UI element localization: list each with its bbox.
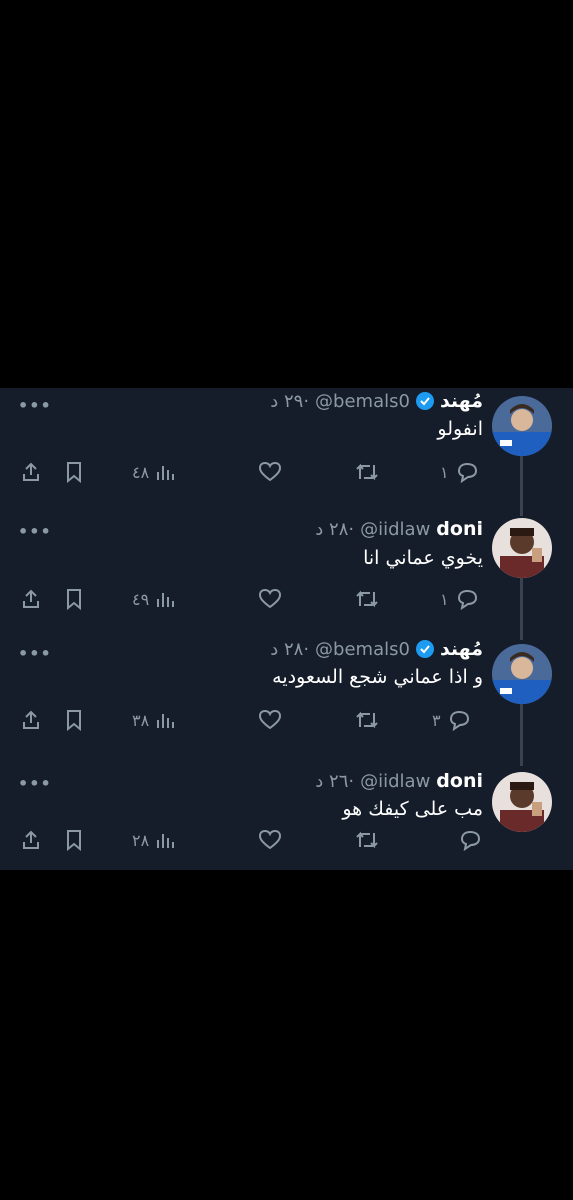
avatar[interactable] [492,772,552,832]
avatar[interactable] [492,396,552,456]
share-button[interactable] [20,706,42,734]
tweet-header: مُهند @bemals0 ·٢٩ د [270,388,483,414]
share-icon [23,462,39,481]
tweet-actions: ٤٩ ١ [0,585,573,615]
views-icon [157,834,175,848]
tweet-time: ·٢٨ د [270,638,310,660]
reply-count: ١ [440,589,449,609]
retweet-icon [356,831,378,849]
display-name[interactable]: doni [436,518,483,540]
user-handle[interactable]: @bemals0 [315,391,410,412]
avatar[interactable] [492,518,552,578]
reply-icon [460,830,481,851]
like-icon [258,709,282,730]
more-icon[interactable]: ••• [18,774,52,793]
retweet-icon [356,590,378,608]
avatar-blue-jersey-image [492,644,552,704]
user-handle[interactable]: @iidlaw [360,519,430,540]
avatar-blue-jersey-image [492,396,552,456]
bookmark-icon [67,462,81,483]
like-button[interactable] [258,706,282,734]
views-icon [157,714,175,728]
retweet-button[interactable] [354,458,380,486]
views-icon [157,466,175,480]
bookmark-icon [67,710,81,731]
bookmark-button[interactable] [64,706,84,734]
tweet-text: انفولو [437,418,483,440]
like-button[interactable] [258,585,282,613]
share-button[interactable] [20,826,42,854]
tweet-header: مُهند @bemals0 ·٢٨ د [270,636,483,662]
avatar-man-image [492,772,552,832]
tweet-time: ·٢٩ د [270,390,310,412]
tweet-text: مب على كيفك هو [342,798,483,820]
more-icon[interactable]: ••• [18,396,52,415]
share-button[interactable] [20,585,42,613]
retweet-button[interactable] [354,706,380,734]
verified-badge-icon [415,392,434,410]
avatar-man-image [492,518,552,578]
user-handle[interactable]: @bemals0 [315,639,410,660]
reply-button[interactable]: ٣ [432,706,471,734]
bookmark-icon [67,830,81,851]
avatar[interactable] [492,644,552,704]
views-count: ٢٨ [132,830,150,850]
reply-icon [457,462,477,483]
tweet-actions: ٢٨ [0,826,573,856]
tweet-text: يخوي عماني انا [363,547,483,569]
reply-icon [457,589,477,610]
share-icon [23,589,39,608]
views-count: ٤٨ [132,462,150,482]
views-button[interactable]: ٢٨ [132,826,175,854]
bookmark-button[interactable] [64,585,84,613]
verified-badge-icon [415,640,434,658]
views-button[interactable]: ٣٨ [132,706,175,734]
tweet-text: و اذا عماني شجع السعوديه [272,666,483,688]
tweet-time: ·٢٨ د [315,518,355,540]
user-handle[interactable]: @iidlaw [360,771,430,792]
views-button[interactable]: ٤٨ [132,458,175,486]
share-button[interactable] [20,458,42,486]
like-icon [258,829,282,850]
tweet-0[interactable]: مُهند @bemals0 ·٢٩ د انفولو ••• ٤٨ ١ [0,388,573,516]
bookmark-button[interactable] [64,458,84,486]
tweet-actions: ٤٨ ١ [0,458,573,488]
like-icon [258,588,282,609]
reply-icon [449,710,469,731]
tweet-actions: ٣٨ ٣ [0,706,573,736]
views-count: ٣٨ [132,710,150,730]
tweet-1[interactable]: doni @iidlaw ·٢٨ د يخوي عماني انا ••• ٤٩ [0,512,573,640]
display-name[interactable]: doni [436,770,483,792]
like-icon [258,461,282,482]
bookmark-icon [67,589,81,610]
reply-button[interactable]: ١ [440,458,479,486]
retweet-icon [356,711,378,729]
share-icon [23,710,39,729]
reply-button[interactable] [452,826,482,854]
tweet-time: ·٢٦ د [315,770,355,792]
display-name[interactable]: مُهند [440,390,483,412]
like-button[interactable] [258,458,282,486]
tweet-2[interactable]: مُهند @bemals0 ·٢٨ د و اذا عماني شجع الس… [0,636,573,766]
reply-thread-panel: مُهند @bemals0 ·٢٩ د انفولو ••• ٤٨ ١ don… [0,388,573,870]
tweet-header: doni @iidlaw ·٢٦ د [315,768,483,794]
views-count: ٤٩ [132,589,150,609]
reply-count: ٣ [432,710,441,730]
reply-button[interactable]: ١ [440,585,479,613]
tweet-3[interactable]: doni @iidlaw ·٢٦ د مب على كيفك هو ••• ٢٨ [0,764,573,870]
views-icon [157,593,175,607]
like-button[interactable] [258,826,282,854]
retweet-button[interactable] [354,585,380,613]
retweet-icon [356,463,378,481]
retweet-button[interactable] [354,826,380,854]
more-icon[interactable]: ••• [18,522,52,541]
views-button[interactable]: ٤٩ [132,585,175,613]
display-name[interactable]: مُهند [440,638,483,660]
bookmark-button[interactable] [64,826,84,854]
tweet-header: doni @iidlaw ·٢٨ د [315,516,483,542]
reply-count: ١ [440,462,449,482]
share-icon [23,830,39,849]
more-icon[interactable]: ••• [18,644,52,663]
